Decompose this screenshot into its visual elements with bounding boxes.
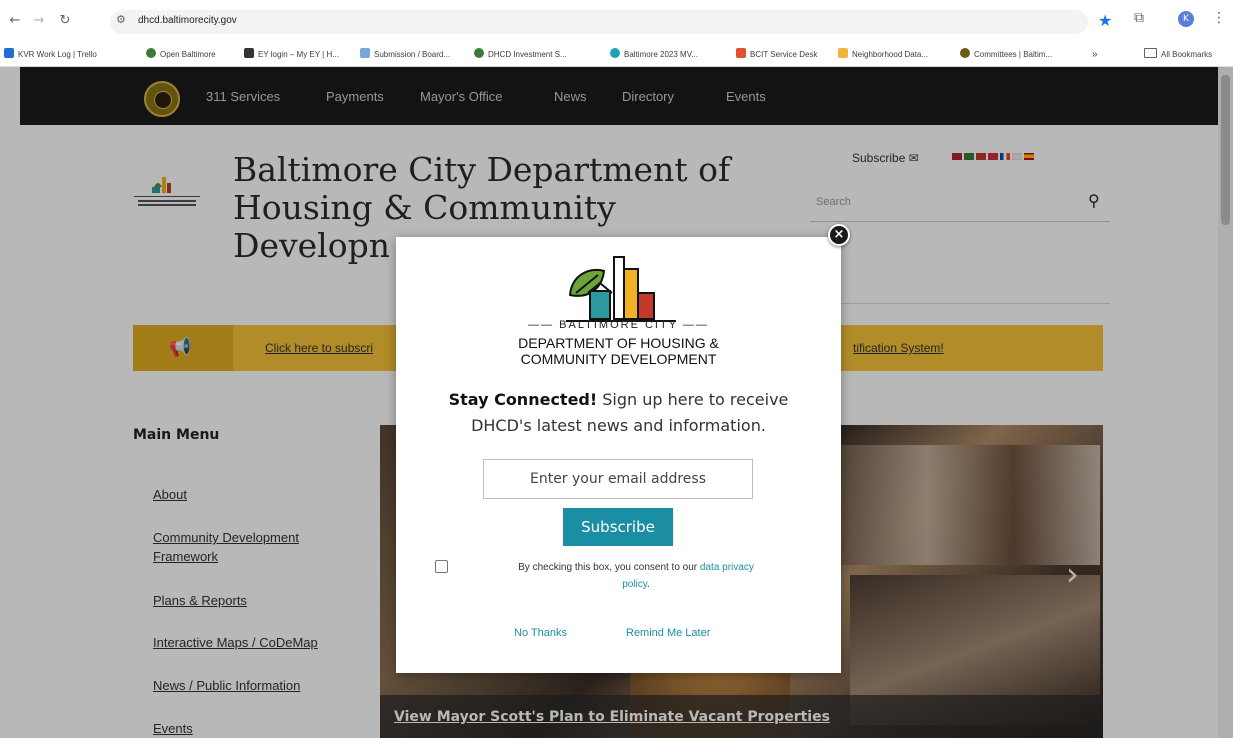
privacy-policy-link[interactable]: data privacy bbox=[700, 562, 754, 573]
favicon-icon bbox=[610, 48, 620, 58]
favicon-icon bbox=[4, 48, 14, 58]
consent-text: By checking this box, you consent to our… bbox=[518, 562, 754, 590]
consent-checkbox[interactable] bbox=[435, 560, 448, 573]
address-bar[interactable]: ⚙ dhcd.baltimorecity.gov bbox=[110, 10, 1088, 34]
site-info-icon[interactable]: ⚙ bbox=[116, 13, 126, 26]
bookmark-item[interactable]: KVR Work Log | Trello bbox=[4, 48, 97, 62]
favicon-icon bbox=[736, 48, 746, 58]
bookmark-item[interactable]: EY login – My EY | H... bbox=[244, 48, 339, 62]
stay-connected-text: Stay Connected! Sign up here to receive … bbox=[448, 390, 789, 435]
brand-city: —— BALTIMORE CITY —— bbox=[528, 319, 709, 331]
folder-icon bbox=[1144, 48, 1157, 58]
more-bookmarks-button[interactable]: » bbox=[1092, 48, 1098, 62]
favicon-icon bbox=[244, 48, 254, 58]
brand-department: DEPARTMENT OF HOUSING & COMMUNITY DEVELO… bbox=[518, 335, 719, 367]
bookmark-item[interactable]: Open Baltimore bbox=[146, 48, 216, 62]
bookmark-item[interactable]: Committees | Baltim... bbox=[960, 48, 1052, 62]
close-icon[interactable]: × bbox=[828, 224, 850, 246]
favicon-icon bbox=[474, 48, 484, 58]
bookmark-item[interactable]: Submission / Board... bbox=[360, 48, 450, 62]
favicon-icon bbox=[960, 48, 970, 58]
bookmark-item[interactable]: Baltimore 2023 MV... bbox=[610, 48, 698, 62]
url-text: dhcd.baltimorecity.gov bbox=[138, 15, 237, 26]
extensions-icon[interactable]: ⧉ bbox=[1134, 10, 1144, 26]
favicon-icon bbox=[360, 48, 370, 58]
forward-icon[interactable]: → bbox=[30, 12, 48, 30]
favicon-icon bbox=[146, 48, 156, 58]
back-icon[interactable]: ← bbox=[6, 12, 24, 30]
remind-later-link[interactable]: Remind Me Later bbox=[626, 627, 710, 639]
subscribe-modal: —— BALTIMORE CITY —— DEPARTMENT OF HOUSI… bbox=[396, 237, 841, 673]
all-bookmarks-button[interactable]: All Bookmarks bbox=[1144, 48, 1212, 62]
no-thanks-link[interactable]: No Thanks bbox=[514, 627, 567, 639]
dhcd-logo bbox=[566, 256, 676, 322]
reload-icon[interactable]: ↻ bbox=[56, 12, 74, 30]
privacy-policy-link-2[interactable]: policy bbox=[622, 579, 647, 590]
email-input[interactable]: Enter your email address bbox=[483, 459, 753, 499]
bookmark-item[interactable]: DHCD Investment S... bbox=[474, 48, 567, 62]
menu-kebab-icon[interactable]: ⋮ bbox=[1212, 10, 1226, 26]
profile-avatar[interactable]: K bbox=[1178, 11, 1194, 27]
browser-toolbar: ← → ↻ ⚙ dhcd.baltimorecity.gov ★ ⧉ K ⋮ bbox=[0, 0, 1233, 44]
favicon-icon bbox=[838, 48, 848, 58]
bookmark-item[interactable]: BCIT Service Desk bbox=[736, 48, 817, 62]
bookmark-item[interactable]: Neighborhood Data... bbox=[838, 48, 928, 62]
subscribe-button[interactable]: Subscribe bbox=[563, 508, 673, 546]
bookmarks-bar: KVR Work Log | Trello Open Baltimore EY … bbox=[0, 44, 1233, 67]
bookmark-star-icon[interactable]: ★ bbox=[1098, 11, 1112, 30]
